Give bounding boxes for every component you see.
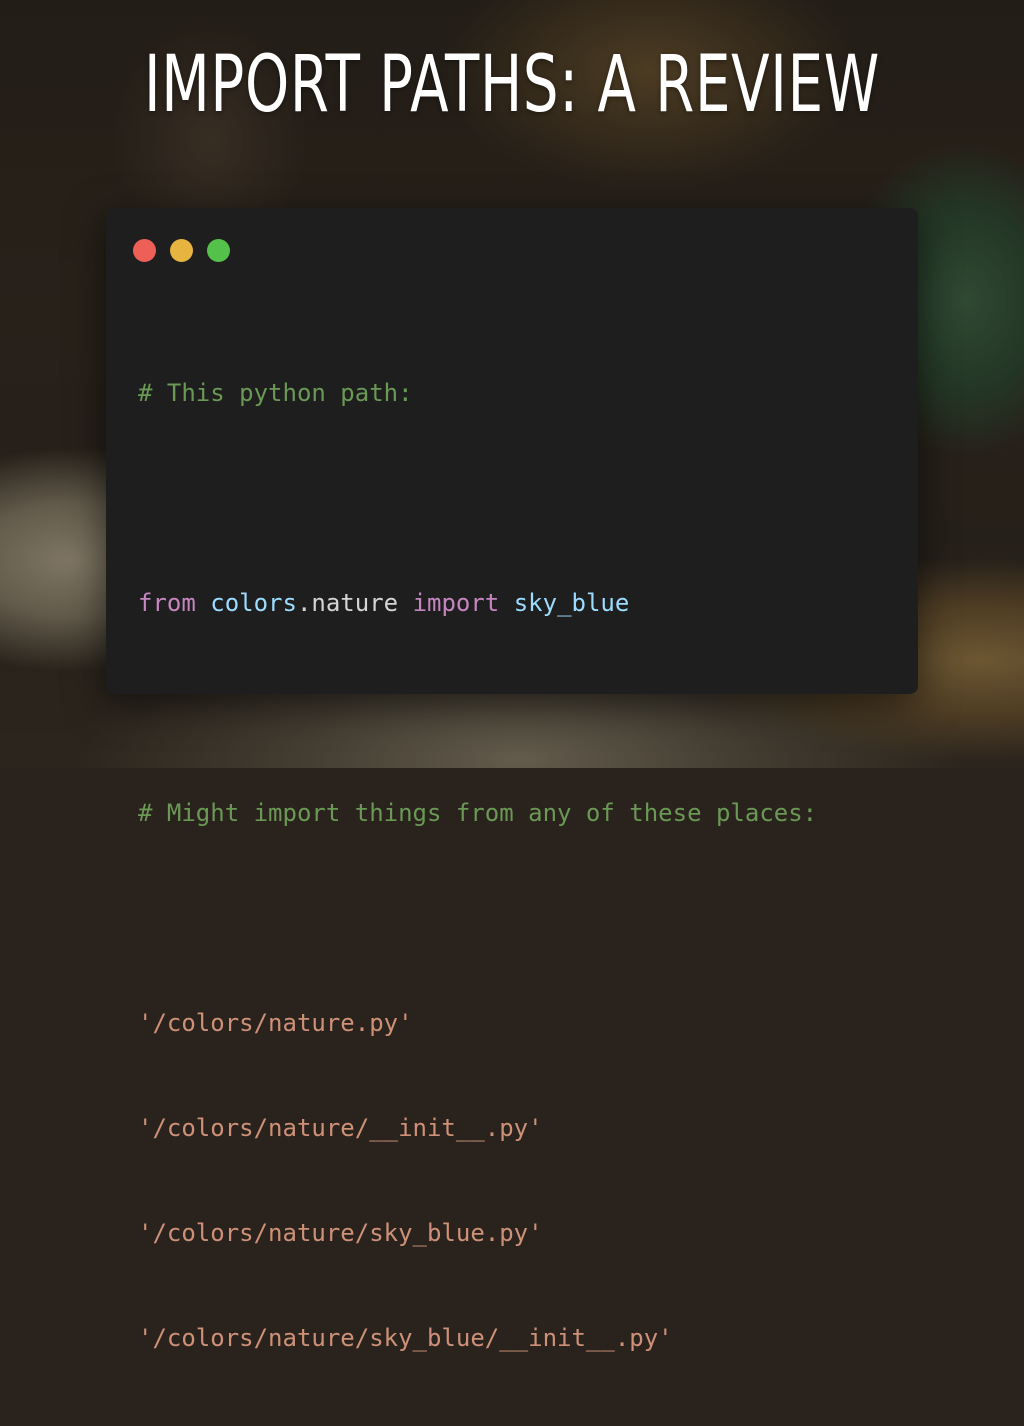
- dot-operator: .: [296, 589, 312, 617]
- submodule-name: nature: [311, 589, 399, 617]
- keyword-import: import: [412, 589, 500, 617]
- maximize-dot-icon: [207, 239, 230, 262]
- keyword-from: from: [138, 589, 196, 617]
- comment-text: # Might import things from any of these …: [138, 799, 818, 827]
- path-string: '/colors/nature/__init__.py': [138, 1114, 543, 1142]
- code-line-comment-1: # This python path:: [138, 376, 817, 411]
- path-string: '/colors/nature/sky_blue/__init__.py': [138, 1324, 673, 1352]
- code-line-path: '/colors/nature/__init__.py': [138, 1111, 817, 1146]
- slide-title: IMPORT PATHS: A REVIEW: [143, 40, 881, 130]
- close-dot-icon: [133, 239, 156, 262]
- code-line-comment-2: # Might import things from any of these …: [138, 796, 817, 831]
- comment-text: # This python path:: [138, 379, 413, 407]
- code-window: # This python path: from colors.nature i…: [106, 208, 918, 1352]
- path-string: '/colors/nature.py': [138, 1009, 413, 1037]
- window-controls: [133, 239, 230, 262]
- code-line-path: '/colors/nature/sky_blue/__init__.py': [138, 1321, 817, 1356]
- minimize-dot-icon: [170, 239, 193, 262]
- code-line-path: '/colors/nature/sky_blue.py': [138, 1216, 817, 1251]
- code-block: # This python path: from colors.nature i…: [138, 306, 817, 1426]
- module-name: colors: [210, 589, 297, 617]
- path-string: '/colors/nature/sky_blue.py': [138, 1219, 543, 1247]
- code-line-path: '/colors/nature.py': [138, 1006, 817, 1041]
- imported-name: sky_blue: [513, 589, 630, 617]
- code-line-import: from colors.nature import sky_blue: [138, 586, 817, 621]
